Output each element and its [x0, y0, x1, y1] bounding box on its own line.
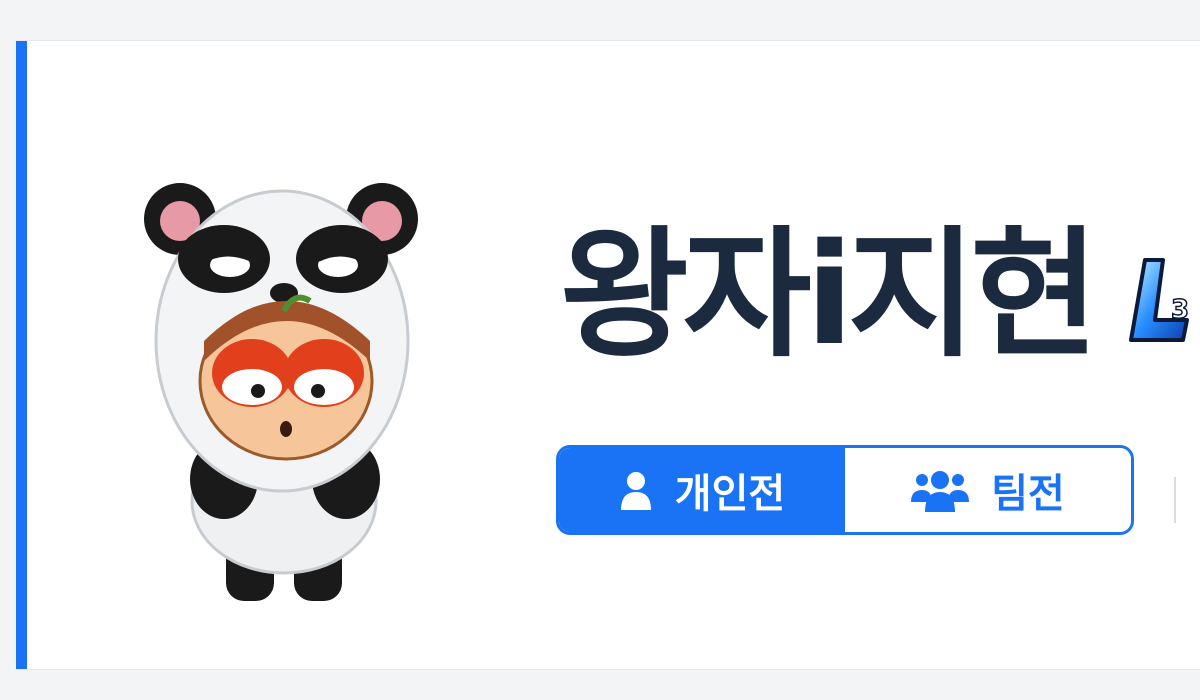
solo-mode-button[interactable]: 개인전 — [559, 448, 845, 532]
team-users-icon — [911, 471, 970, 512]
divider — [1174, 477, 1176, 523]
single-user-icon — [620, 472, 651, 510]
profile-card: 왕자i지현 3 개인전 팀전 — [16, 40, 1200, 670]
match-mode-toggle: 개인전 팀전 — [556, 445, 1134, 535]
panda-avatar-icon — [144, 183, 418, 601]
player-nickname: 왕자i지현 — [560, 214, 1099, 377]
level-badge-icon: 3 — [1129, 258, 1190, 342]
team-mode-button[interactable]: 팀전 — [845, 448, 1131, 532]
team-mode-label: 팀전 — [991, 471, 1065, 517]
solo-mode-label: 개인전 — [674, 471, 786, 517]
svg-text:3: 3 — [1171, 295, 1189, 325]
accent-bar — [16, 41, 27, 669]
nickname-row: 왕자i지현 3 — [560, 211, 1200, 381]
